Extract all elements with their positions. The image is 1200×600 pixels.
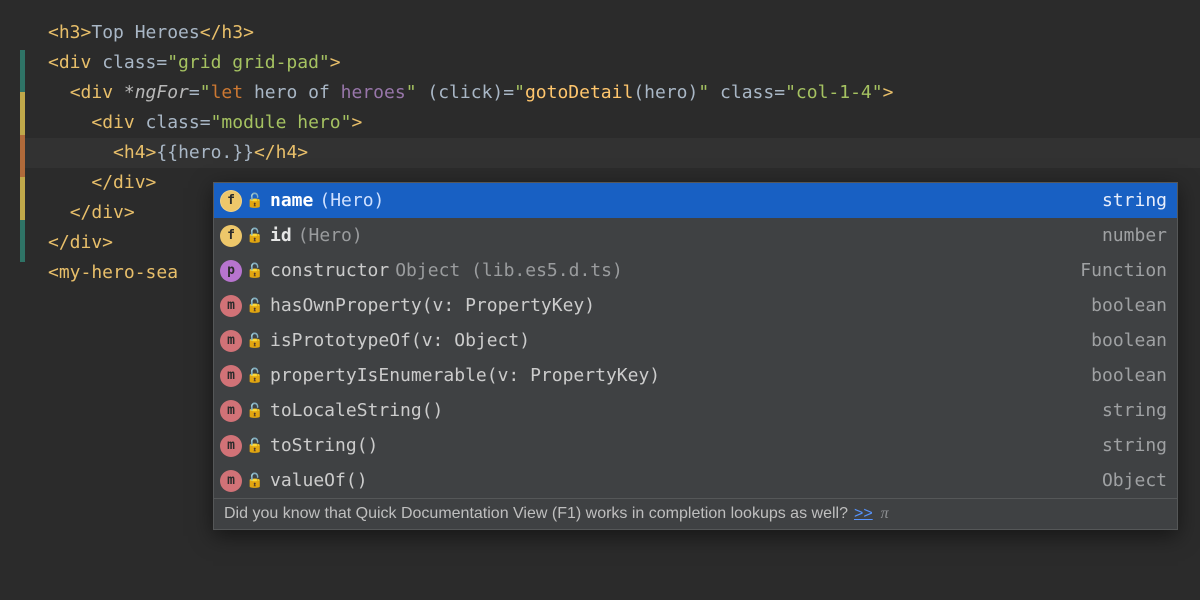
hint-more-link[interactable]: >> [854,505,873,523]
visibility-icon: 🔓 [246,438,264,454]
method-icon: m [220,435,242,457]
completion-label: id [270,225,292,246]
completion-item[interactable]: f🔓 name (Hero) string [214,183,1177,218]
visibility-icon: 🔓 [246,298,264,314]
completion-type: number [1102,225,1167,246]
visibility-icon: 🔓 [246,228,264,244]
visibility-icon: 🔓 [246,473,264,489]
code-line[interactable]: <div class="grid grid-pad"> [20,48,1200,78]
completion-item[interactable]: m🔓 toString() string [214,428,1177,463]
visibility-icon: 🔓 [246,368,264,384]
completion-type: boolean [1091,365,1167,386]
visibility-icon: 🔓 [246,403,264,419]
completion-item[interactable]: m🔓 hasOwnProperty(v: PropertyKey) boolean [214,288,1177,323]
property-icon: p [220,260,242,282]
completion-type: Function [1080,260,1167,281]
method-icon: m [220,295,242,317]
completion-label: toLocaleString() [270,400,443,421]
code-line-active[interactable]: <h4>{{hero.}}</h4> [20,138,1200,168]
completion-meta: Object (lib.es5.d.ts) [395,260,623,281]
completion-label: name [270,190,313,211]
completion-type: Object [1102,470,1167,491]
hint-settings-icon[interactable]: π [881,505,889,523]
completion-label: hasOwnProperty(v: PropertyKey) [270,295,595,316]
hint-text: Did you know that Quick Documentation Vi… [224,505,848,523]
completion-item[interactable]: m🔓 valueOf() Object [214,463,1177,498]
completion-item[interactable]: m🔓 toLocaleString() string [214,393,1177,428]
completion-type: string [1102,435,1167,456]
completion-hint-bar: Did you know that Quick Documentation Vi… [214,498,1177,529]
completion-label: propertyIsEnumerable(v: PropertyKey) [270,365,660,386]
completion-item[interactable]: m🔓 isPrototypeOf(v: Object) boolean [214,323,1177,358]
completion-type: string [1102,190,1167,211]
completion-label: constructor [270,260,389,281]
method-icon: m [220,400,242,422]
completion-type: boolean [1091,295,1167,316]
completion-item[interactable]: p🔓 constructor Object (lib.es5.d.ts) Funct… [214,253,1177,288]
code-line[interactable]: <div class="module hero"> [20,108,1200,138]
completion-label: valueOf() [270,470,368,491]
method-icon: m [220,470,242,492]
code-line[interactable]: <div *ngFor="let hero of heroes" (click)… [20,78,1200,108]
visibility-icon: 🔓 [246,263,264,279]
completion-label: toString() [270,435,378,456]
completion-item[interactable]: f🔓 id (Hero) number [214,218,1177,253]
completion-meta: (Hero) [298,225,363,246]
completion-popup[interactable]: f🔓name (Hero)stringf🔓id (Hero)numberp🔓co… [213,182,1178,530]
completion-item[interactable]: m🔓 propertyIsEnumerable(v: PropertyKey) bo… [214,358,1177,393]
change-marker-gutter [20,50,25,262]
completion-label: isPrototypeOf(v: Object) [270,330,530,351]
method-icon: m [220,330,242,352]
field-icon: f [220,190,242,212]
method-icon: m [220,365,242,387]
completion-type: boolean [1091,330,1167,351]
visibility-icon: 🔓 [246,193,264,209]
code-line[interactable]: <h3>Top Heroes</h3> [20,18,1200,48]
visibility-icon: 🔓 [246,333,264,349]
completion-type: string [1102,400,1167,421]
completion-meta: (Hero) [319,190,384,211]
field-icon: f [220,225,242,247]
